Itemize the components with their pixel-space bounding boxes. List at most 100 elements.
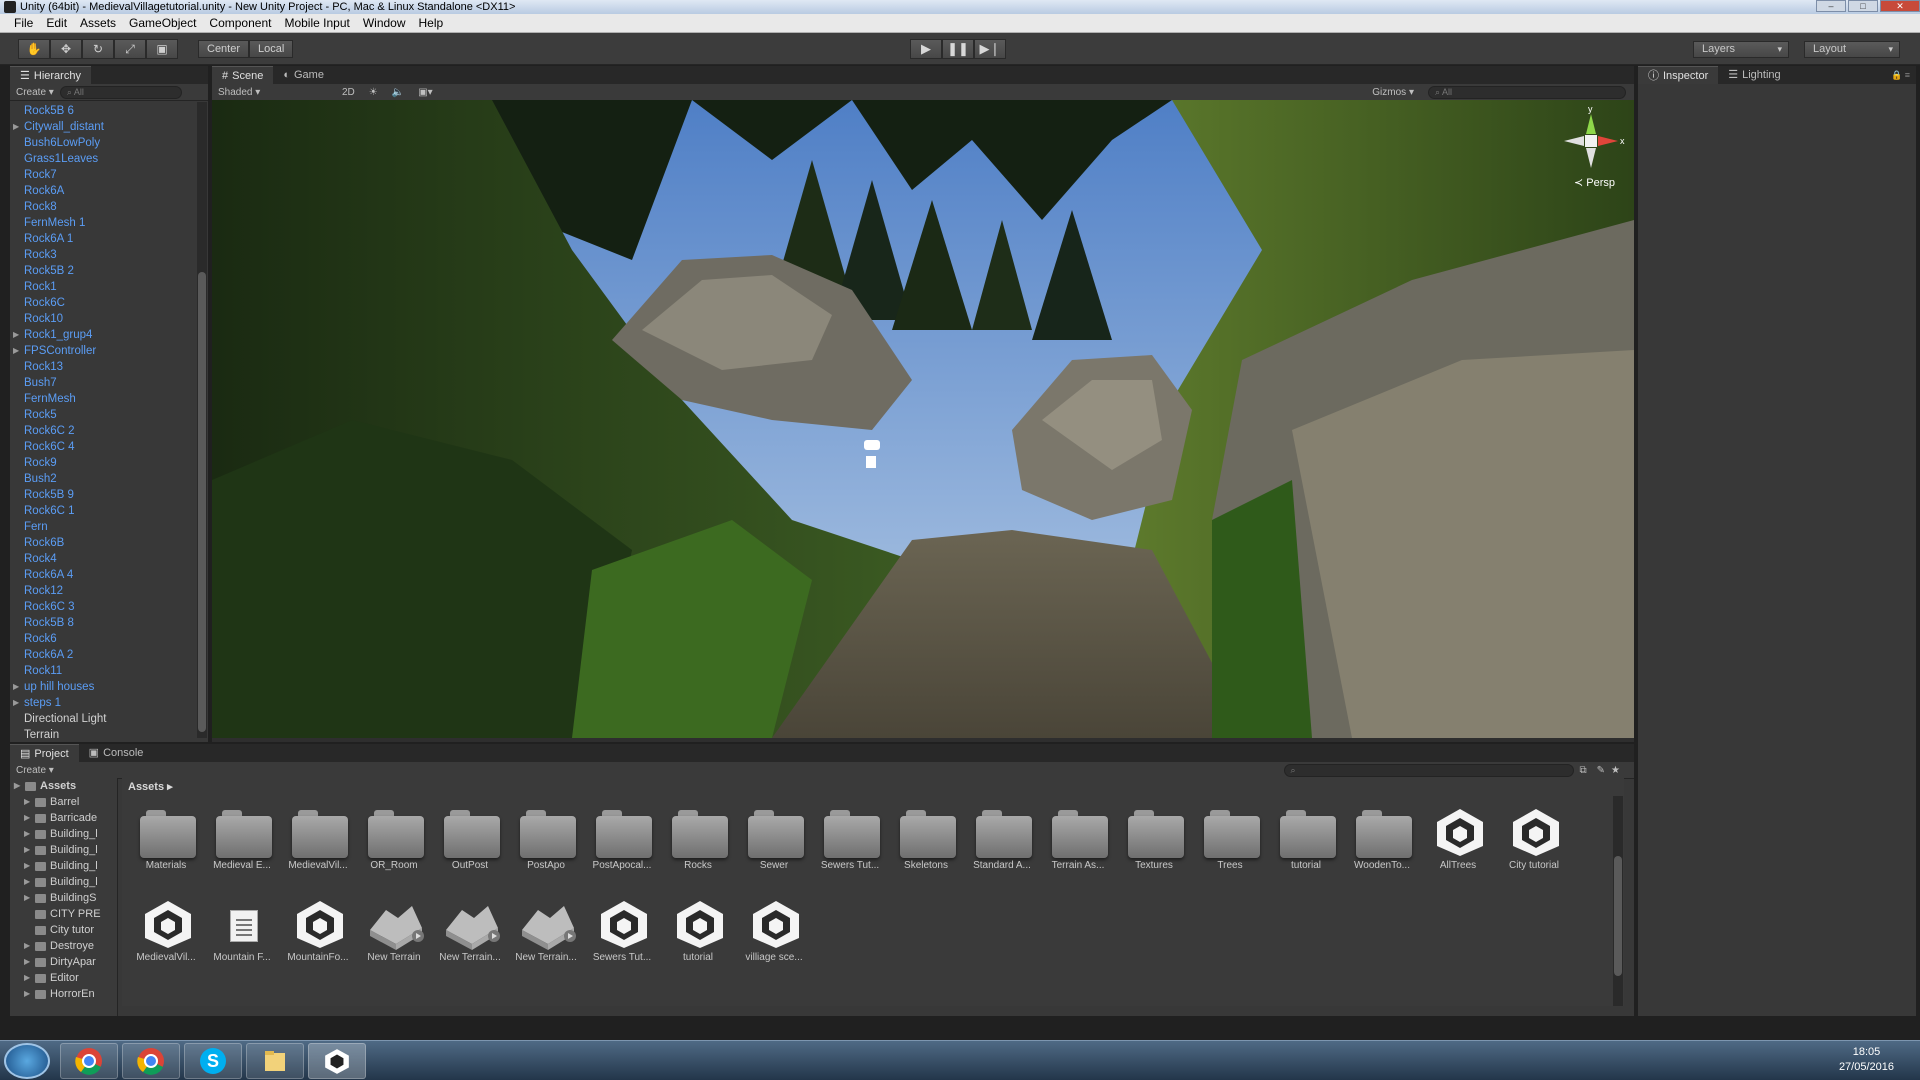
hierarchy-item[interactable]: Directional Light bbox=[10, 711, 196, 727]
tab-lighting[interactable]: ☰ Lighting bbox=[1718, 66, 1790, 84]
hierarchy-item[interactable]: FernMesh 1 bbox=[10, 215, 196, 231]
asset-tile[interactable]: Standard A... bbox=[964, 794, 1040, 884]
tab-game[interactable]: ◐ Game bbox=[273, 66, 334, 84]
hierarchy-item[interactable]: Rock10 bbox=[10, 311, 196, 327]
asset-tile[interactable]: Rocks bbox=[660, 794, 736, 884]
tab-scene[interactable]: # Scene bbox=[212, 66, 274, 84]
asset-tile[interactable]: Mountain F... bbox=[204, 886, 280, 976]
project-tree-item[interactable]: ▶ Assets bbox=[10, 778, 117, 794]
minimize-icon[interactable]: – bbox=[1816, 0, 1846, 12]
menu-component[interactable]: Component bbox=[209, 16, 271, 30]
asset-tile[interactable]: Medieval E... bbox=[204, 794, 280, 884]
menu-gameobject[interactable]: GameObject bbox=[129, 16, 196, 30]
expand-arrow-icon[interactable]: ▶ bbox=[13, 119, 19, 135]
menu-help[interactable]: Help bbox=[419, 16, 444, 30]
hierarchy-item[interactable]: Rock6 bbox=[10, 631, 196, 647]
expand-arrow-icon[interactable]: ▶ bbox=[14, 778, 21, 794]
pivot-center-button[interactable]: Center bbox=[198, 40, 250, 58]
close-icon[interactable]: ✕ bbox=[1880, 0, 1920, 12]
project-create-button[interactable]: Create ▾ bbox=[16, 765, 54, 776]
effects-toggle-icon[interactable]: ▣▾ bbox=[418, 87, 432, 98]
asset-tile[interactable]: Sewers Tut... bbox=[812, 794, 888, 884]
project-breadcrumb[interactable]: Assets ▸ bbox=[128, 780, 173, 793]
hierarchy-item[interactable]: Terrain bbox=[10, 727, 196, 742]
start-button[interactable] bbox=[4, 1043, 50, 1079]
hierarchy-item[interactable]: Rock9 bbox=[10, 455, 196, 471]
gizmos-dropdown[interactable]: Gizmos ▾ bbox=[1372, 87, 1414, 98]
hierarchy-item[interactable]: Rock6A 2 bbox=[10, 647, 196, 663]
pivot-local-button[interactable]: Local bbox=[249, 40, 294, 58]
tab-hierarchy[interactable]: ☰ Hierarchy bbox=[10, 66, 91, 84]
asset-tile[interactable]: New Terrain... bbox=[508, 886, 584, 976]
hierarchy-scrollbar[interactable] bbox=[197, 102, 207, 738]
asset-tile[interactable]: Terrain As... bbox=[1040, 794, 1116, 884]
move-tool-icon[interactable]: ✥ bbox=[50, 39, 82, 59]
project-tree-item[interactable]: CITY PRE bbox=[10, 906, 117, 922]
layout-dropdown[interactable]: Layout bbox=[1804, 41, 1900, 58]
audio-toggle-icon[interactable]: 🔈 bbox=[392, 87, 404, 98]
hierarchy-item[interactable]: Bush6LowPoly bbox=[10, 135, 196, 151]
hand-tool-icon[interactable]: ✋ bbox=[18, 39, 50, 59]
asset-tile[interactable]: Textures bbox=[1116, 794, 1192, 884]
tab-project[interactable]: ▤ Project bbox=[10, 744, 79, 762]
filter-type-icon[interactable]: ⧉ bbox=[1580, 765, 1587, 776]
asset-tile[interactable]: Trees bbox=[1192, 794, 1268, 884]
menu-window[interactable]: Window bbox=[363, 16, 406, 30]
project-search-input[interactable]: ⌕ bbox=[1283, 763, 1574, 777]
scene-orientation-gizmo[interactable]: y x ≺ Persp bbox=[1556, 104, 1626, 192]
asset-tile[interactable]: AllTrees bbox=[1420, 794, 1496, 884]
expand-arrow-icon[interactable]: ▶ bbox=[24, 938, 31, 954]
project-tree-item[interactable]: City tutor bbox=[10, 922, 117, 938]
hierarchy-item[interactable]: Rock1 bbox=[10, 279, 196, 295]
asset-tile[interactable]: Sewers Tut... bbox=[584, 886, 660, 976]
hierarchy-item[interactable]: Rock4 bbox=[10, 551, 196, 567]
tab-inspector[interactable]: ⓘ Inspector bbox=[1638, 66, 1719, 84]
expand-arrow-icon[interactable]: ▶ bbox=[24, 874, 31, 890]
project-tree-item[interactable]: ▶ Barrel bbox=[10, 794, 117, 810]
asset-tile[interactable]: tutorial bbox=[1268, 794, 1344, 884]
lighting-toggle-icon[interactable]: ☀ bbox=[369, 87, 378, 98]
hierarchy-item[interactable]: Rock5B 2 bbox=[10, 263, 196, 279]
project-tree-item[interactable]: ▶ DirtyApar bbox=[10, 954, 117, 970]
project-tree-item[interactable]: ▶ Building_l bbox=[10, 858, 117, 874]
filter-label-icon[interactable]: ✎ bbox=[1597, 765, 1605, 776]
folder-icon[interactable] bbox=[246, 1043, 304, 1079]
rotate-tool-icon[interactable]: ↻ bbox=[82, 39, 114, 59]
asset-tile[interactable]: WoodenTo... bbox=[1344, 794, 1420, 884]
hierarchy-item[interactable]: Rock5B 9 bbox=[10, 487, 196, 503]
hierarchy-item[interactable]: FernMesh bbox=[10, 391, 196, 407]
favorite-icon[interactable]: ★ bbox=[1611, 765, 1620, 776]
expand-arrow-icon[interactable]: ▶ bbox=[13, 327, 19, 343]
pause-button[interactable]: ❚❚ bbox=[942, 39, 974, 59]
menu-mobile-input[interactable]: Mobile Input bbox=[284, 16, 349, 30]
asset-tile[interactable]: City tutorial bbox=[1496, 794, 1572, 884]
shading-mode-dropdown[interactable]: Shaded ▾ bbox=[218, 87, 328, 98]
project-tree-item[interactable]: ▶ BuildingS bbox=[10, 890, 117, 906]
asset-tile[interactable]: OR_Room bbox=[356, 794, 432, 884]
chrome-icon[interactable] bbox=[122, 1043, 180, 1079]
system-clock[interactable]: 18:05 27/05/2016 bbox=[1839, 1045, 1894, 1075]
scale-tool-icon[interactable]: ⤢ bbox=[114, 39, 146, 59]
scene-search-input[interactable]: ⌕ All bbox=[1428, 85, 1626, 99]
hierarchy-item[interactable]: Rock6A 4 bbox=[10, 567, 196, 583]
hierarchy-item[interactable]: Rock3 bbox=[10, 247, 196, 263]
project-tree-item[interactable]: ▶ Building_l bbox=[10, 874, 117, 890]
project-tree-item[interactable]: ▶ Editor bbox=[10, 970, 117, 986]
project-tree-item[interactable]: ▶ Barricade bbox=[10, 810, 117, 826]
hierarchy-item[interactable]: ▶ steps 1 bbox=[10, 695, 196, 711]
hierarchy-search-input[interactable]: ⌕ All bbox=[59, 85, 182, 99]
chrome-icon[interactable] bbox=[60, 1043, 118, 1079]
expand-arrow-icon[interactable]: ▶ bbox=[24, 826, 31, 842]
hierarchy-item[interactable]: ▶ Rock1_grup4 bbox=[10, 327, 196, 343]
menu-file[interactable]: File bbox=[14, 16, 33, 30]
expand-arrow-icon[interactable]: ▶ bbox=[24, 890, 31, 906]
rect-tool-icon[interactable]: ▣ bbox=[146, 39, 178, 59]
expand-arrow-icon[interactable]: ▶ bbox=[24, 970, 31, 986]
menu-assets[interactable]: Assets bbox=[80, 16, 116, 30]
hierarchy-item[interactable]: Rock11 bbox=[10, 663, 196, 679]
expand-arrow-icon[interactable]: ▶ bbox=[24, 858, 31, 874]
hierarchy-item[interactable]: ▶ up hill houses bbox=[10, 679, 196, 695]
asset-tile[interactable]: tutorial bbox=[660, 886, 736, 976]
hierarchy-item[interactable]: Rock13 bbox=[10, 359, 196, 375]
hierarchy-item[interactable]: Rock6C 1 bbox=[10, 503, 196, 519]
